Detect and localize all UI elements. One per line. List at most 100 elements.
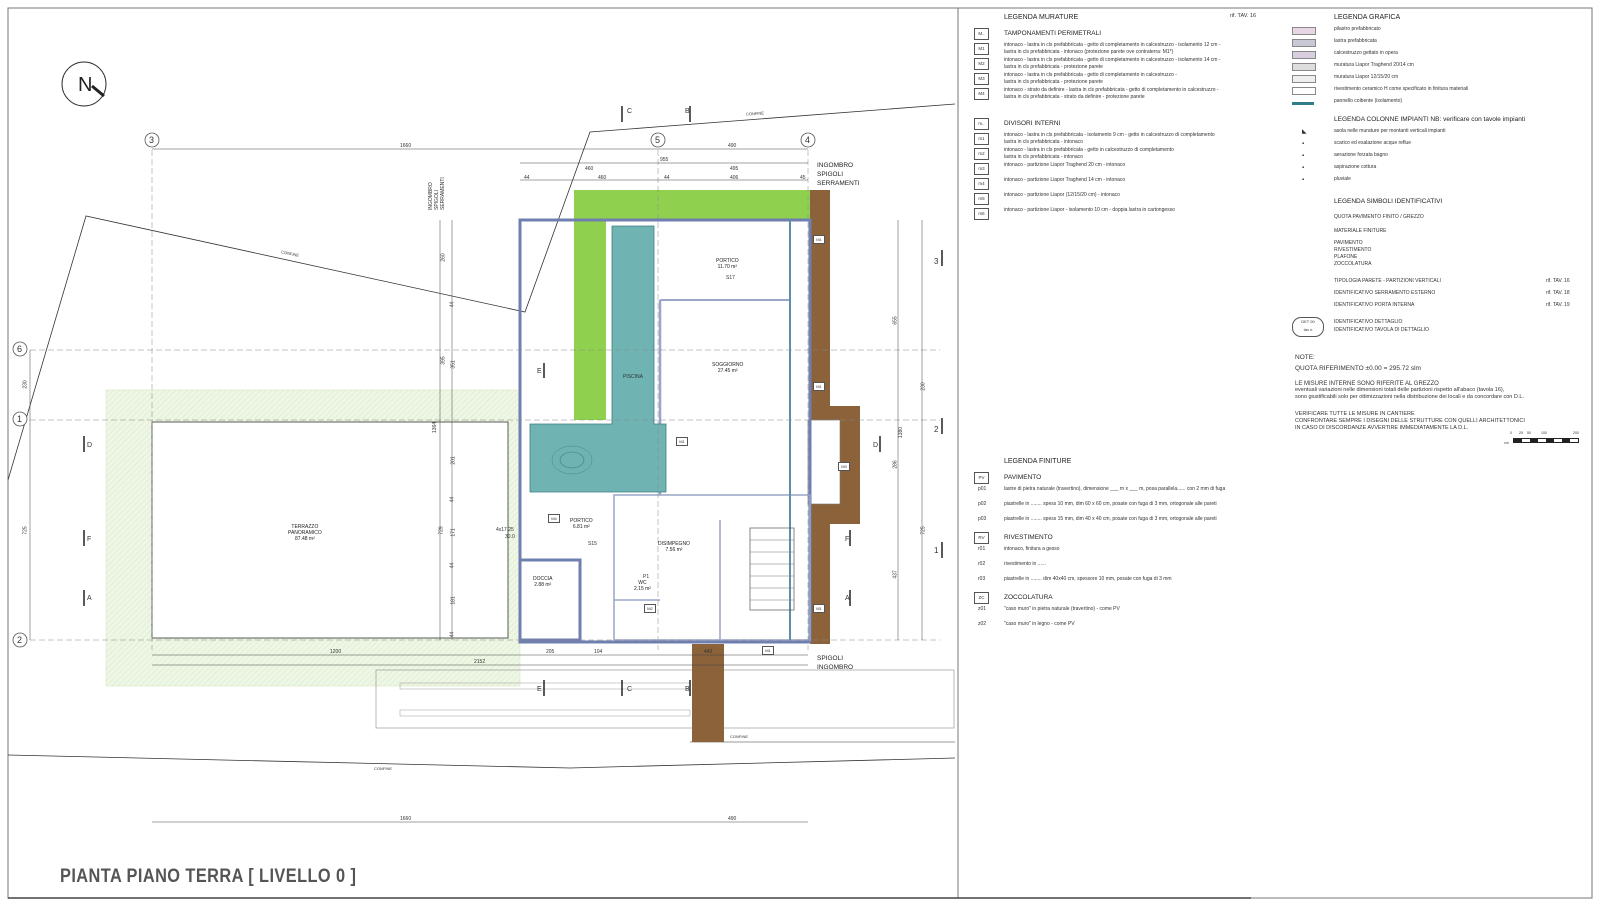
colonne-icon: ▪ bbox=[1302, 141, 1305, 147]
dim-44b-v: 44 bbox=[449, 496, 456, 503]
room-terrazzo: TERRAZZO PANORAMICO 87.48 m² bbox=[288, 524, 322, 542]
dim-260: 260 bbox=[440, 253, 447, 262]
det-symbol: DET 00 tav n bbox=[1292, 317, 1324, 337]
dim-201: 201 bbox=[450, 456, 457, 465]
fin-group-code: RV bbox=[974, 532, 989, 544]
note-quota: QUOTA RIFERIMENTO ±0.00 = 295.72 slm bbox=[1295, 365, 1421, 372]
scale-bar bbox=[1513, 438, 1579, 443]
legend-murature-title: LEGENDA MURATURE bbox=[1004, 14, 1079, 21]
legend-simboli-quota: QUOTA PAVIMENTO FINITO / GREZZO bbox=[1334, 214, 1424, 220]
room-doccia: DOCCIA 2.88 m² bbox=[533, 576, 553, 588]
swatch bbox=[1292, 27, 1316, 35]
dim-955: 955 bbox=[660, 157, 669, 163]
mur-item-text: intonaco - lastra in cls prefabbricata -… bbox=[1004, 42, 1221, 48]
mur-item-text: lastra in cls prefabbricata - protezione… bbox=[1004, 79, 1103, 85]
dim-1200: 1200 bbox=[330, 649, 342, 655]
grid-label-6: 6 bbox=[17, 344, 23, 354]
mur-item-code: m6 bbox=[974, 208, 989, 220]
note-l2: eventuali variazioni nelle dimensioni to… bbox=[1295, 387, 1505, 393]
colonne-label: pluviale bbox=[1334, 176, 1351, 182]
legend-finiture: LEGENDA FINITURE PV PAVIMENTO p01 lastre di… bbox=[974, 458, 1274, 638]
room-wc: WC 2.15 m² bbox=[634, 580, 651, 592]
grafica-label: pilastro prefabbricato bbox=[1334, 26, 1381, 32]
room-portico-top: PORTICO 11.70 m² bbox=[716, 258, 739, 270]
dim-104: 104 bbox=[594, 649, 603, 655]
fin-group-title: RIVESTIMENTO bbox=[1004, 534, 1053, 541]
note-l5: CONFRONTARE SEMPRE I DISEGNI DELLE STRUT… bbox=[1295, 418, 1525, 424]
dim-437: 437 bbox=[892, 570, 899, 579]
tag-m3: M3 bbox=[838, 462, 850, 471]
grid-label-4: 4 bbox=[805, 135, 811, 145]
note-title: NOTE: bbox=[1295, 354, 1315, 361]
simb-row-2: IDENTIFICATIVO SERRAMENTO ESTERNO bbox=[1334, 290, 1436, 296]
mur-item-text: lastra in cls prefabbricata - intonaco bbox=[1004, 139, 1083, 145]
dim-171: 171 bbox=[450, 528, 457, 537]
mur-item-code: m2 bbox=[974, 148, 989, 160]
scale-50: 50 bbox=[1527, 431, 1531, 435]
room-soggiorno: SOGGIORNO 27.45 m² bbox=[712, 362, 744, 374]
dim-2152: 2152 bbox=[474, 659, 486, 665]
tag-m4: M4 bbox=[548, 514, 560, 523]
section-mark-a-right: A bbox=[845, 595, 850, 602]
swatch bbox=[1292, 51, 1316, 59]
mur-item-text: lastra in cls prefabbricata - intonaco (… bbox=[1004, 49, 1174, 55]
fin-group-code: PV bbox=[974, 472, 989, 484]
confine-label-4: CONFINE bbox=[730, 734, 748, 739]
confine-label-3: CONFINE bbox=[374, 766, 392, 771]
dim-205: 205 bbox=[546, 649, 555, 655]
scale-200: 200 bbox=[1573, 431, 1579, 435]
mur-item-code: m5 bbox=[974, 193, 989, 205]
section-mark-c-bottom: C bbox=[627, 686, 633, 693]
section-mark-e: E bbox=[537, 368, 542, 375]
grafica-label: rivestimento ceramico H come specificato… bbox=[1334, 86, 1469, 92]
colonne-icon: ▪ bbox=[1302, 153, 1305, 159]
drawing-sheet: N 3 5 4 6 1 2 3 2 1 C B D F A E E C B D … bbox=[0, 0, 1600, 906]
grid-label-5: 5 bbox=[655, 135, 661, 145]
dim-442: 442 bbox=[704, 649, 713, 655]
ingombro-bottom: SPIGOLI INGOMBRO bbox=[817, 655, 854, 671]
notes: NOTE: QUOTA RIFERIMENTO ±0.00 = 295.72 s… bbox=[1295, 352, 1595, 462]
mur-item-text: intonaco - lastra in cls prefabbricata -… bbox=[1004, 132, 1215, 138]
green-area bbox=[574, 190, 810, 420]
tag-m1b: M1 bbox=[813, 382, 825, 391]
colonne-icon: ▪ bbox=[1302, 177, 1305, 183]
room-portico-mid: PORTICO 6.81 m² bbox=[570, 518, 593, 530]
tag-stair-b: 30.0 bbox=[505, 534, 515, 540]
scale-100: 100 bbox=[1541, 431, 1547, 435]
fin-item-text: piastrelle in ........ spess 15 mm, dim … bbox=[1004, 516, 1217, 522]
room-disimpegno: DISIMPEGNO 7.56 m² bbox=[658, 541, 690, 553]
grid-label-r2: 2 bbox=[934, 425, 939, 434]
dim-230-left: 230 bbox=[22, 380, 29, 389]
mur-group-title: DIVISORI INTERNI bbox=[1004, 120, 1061, 127]
simb-ref-2: rif. TAV. 18 bbox=[1546, 290, 1570, 296]
ingombro-left: INGOMBRO SPIGOLI SERRAMENTI bbox=[428, 177, 446, 210]
mur-item-text: lastra in cls prefabbricata - intonaco bbox=[1004, 154, 1083, 160]
section-mark-b-bottom: B bbox=[685, 686, 690, 693]
section-mark-d-right: D bbox=[873, 442, 879, 449]
mur-item-code: M2 bbox=[974, 58, 989, 70]
legend-simboli-materiale-title: MATERIALE FINITURE bbox=[1334, 228, 1387, 234]
mur-item-code: M1 bbox=[974, 43, 989, 55]
mur-item-text: intonaco - partizione Liapor Traghend 14… bbox=[1004, 177, 1126, 183]
fin-item-code: p02 bbox=[978, 501, 987, 507]
mur-item-text: intonaco - lastra in cls prefabbricata -… bbox=[1004, 57, 1221, 63]
stairs bbox=[749, 527, 795, 611]
det-line-1: IDENTIFICATIVO DETTAGLIO bbox=[1334, 319, 1403, 325]
dim-1364: 1364 bbox=[432, 421, 439, 434]
dim-44a: 44 bbox=[524, 175, 530, 181]
swatch bbox=[1292, 63, 1316, 71]
mat-4: ZOCCOLATURA bbox=[1334, 261, 1372, 267]
legend-simboli: LEGENDA SIMBOLI IDENTIFICATIVI QUOTA PAV… bbox=[1292, 198, 1592, 359]
fin-item-code: p03 bbox=[978, 516, 987, 522]
mur-item-code: M3 bbox=[974, 73, 989, 85]
grid-label-2: 2 bbox=[17, 635, 23, 645]
fin-item-text: piastrelle in ........ dim 40x40 cm, spe… bbox=[1004, 576, 1172, 582]
page-title: PIANTA PIANO TERRA [ LIVELLO 0 ] bbox=[60, 866, 357, 887]
simb-row-1: TIPOLOGIA PARETE - PARTIZIONI VERTICALI bbox=[1334, 278, 1441, 284]
section-mark-b: B bbox=[685, 108, 690, 115]
fin-group-title: PAVIMENTO bbox=[1004, 474, 1042, 481]
dim-395: 395 bbox=[440, 356, 447, 365]
grafica-label: pannello coibente (isolamento) bbox=[1334, 98, 1403, 104]
mur-item-text: lastra in cls prefabbricata - strato da … bbox=[1004, 94, 1145, 100]
scale-unit: cm bbox=[1504, 441, 1509, 445]
